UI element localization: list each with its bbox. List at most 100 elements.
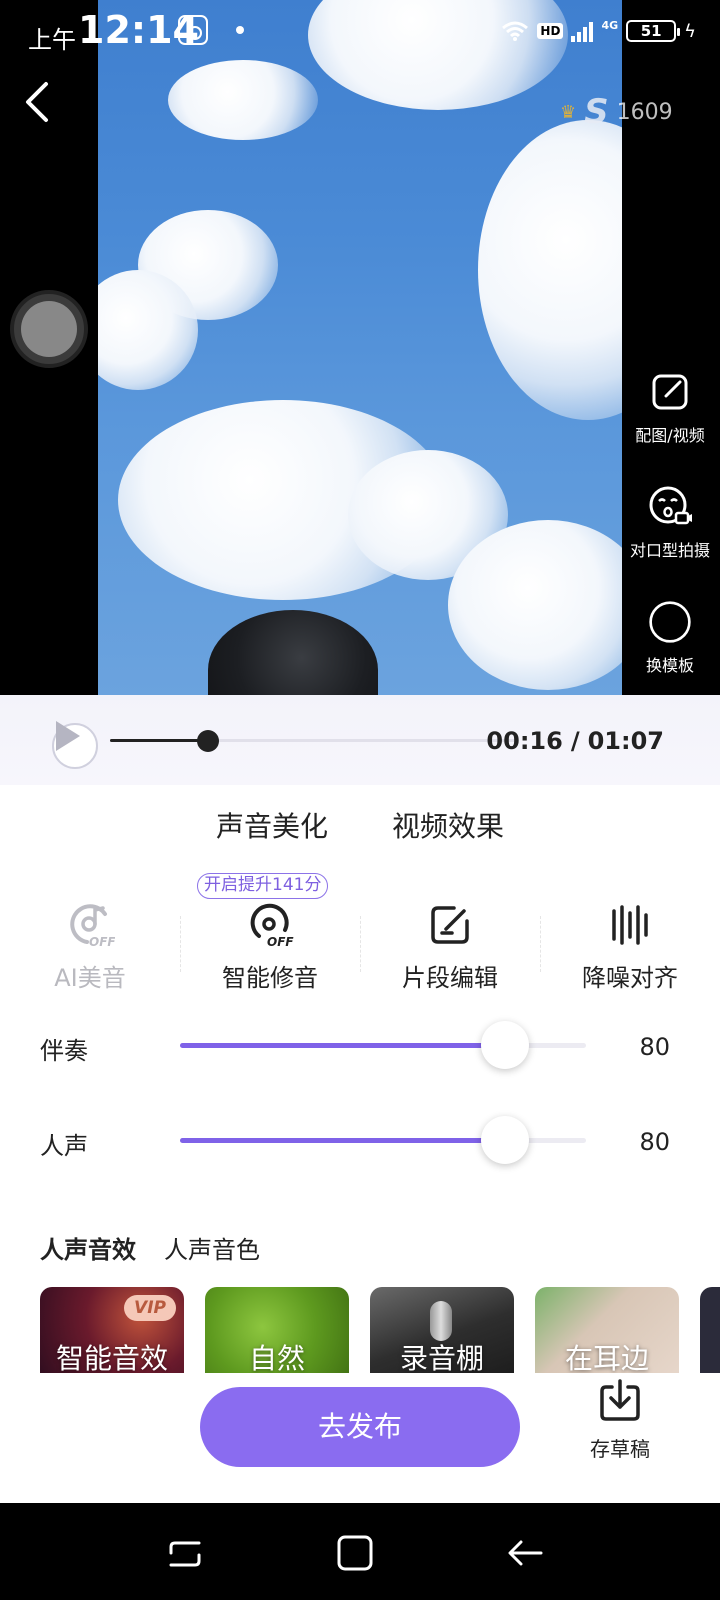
publish-button[interactable]: 去发布 [200, 1387, 520, 1467]
tool-label: 片段编辑 [402, 964, 498, 992]
tab-video-effects[interactable]: 视频效果 [392, 805, 504, 855]
off-text: OFF [89, 935, 115, 949]
slider-fill [180, 1138, 505, 1143]
effect-card-studio[interactable]: 录音棚 [370, 1287, 514, 1373]
microphone-icon [430, 1301, 452, 1341]
voice-sub-tabs: 人声音效 人声音色 [40, 1230, 260, 1265]
tool-label: 智能修音 [222, 964, 318, 992]
side-tool-template[interactable]: 换模板 [620, 600, 720, 695]
status-bar: 上午 12:14 HD 4G 51 ϟ [0, 0, 720, 62]
signal-icon [571, 20, 594, 42]
off-text: OFF [267, 935, 294, 949]
tab-label: 视频效果 [392, 810, 505, 843]
tool-ai-voice[interactable]: OFF AI美音 [0, 900, 180, 1005]
play-button[interactable] [52, 721, 98, 769]
edit-icon [648, 370, 692, 414]
status-ampm: 上午 [28, 26, 76, 54]
effect-list: VIP 智能音效 自然 录音棚 在耳边 [40, 1287, 720, 1373]
effect-name: 智能音效 [55, 1342, 168, 1373]
edit-icon [425, 900, 475, 950]
battery-icon: 51 [626, 20, 681, 42]
slider-thumb[interactable] [480, 1116, 529, 1164]
tool-smart-tune[interactable]: OFF 智能修音 [180, 900, 360, 1005]
download-icon [600, 1379, 640, 1421]
network-type: 4G [601, 18, 619, 32]
hd-badge: HD [537, 23, 564, 39]
slider-label: 人声 [40, 1132, 88, 1160]
ai-off-icon: OFF [65, 900, 115, 950]
notification-dot-icon [236, 26, 244, 34]
noise-bars-icon [605, 900, 655, 950]
progress-fill [110, 739, 208, 742]
sub-tab-label: 人声音效 [40, 1236, 136, 1264]
home-icon[interactable] [335, 1533, 375, 1573]
wifi-icon [502, 21, 529, 41]
sub-tab-label: 人声音色 [164, 1236, 260, 1264]
vocals-slider[interactable] [180, 1116, 586, 1164]
side-tool-label: 对口型拍摄 [629, 541, 710, 560]
effect-name: 在耳边 [564, 1342, 649, 1373]
baidu-paw-icon [178, 15, 208, 45]
vip-badge: VIP [124, 1295, 176, 1321]
tool-label: AI美音 [54, 964, 126, 992]
tree-silhouette [208, 610, 378, 695]
accompaniment-slider[interactable] [180, 1021, 586, 1069]
current-time: 00:16 [486, 727, 563, 755]
edit-panel: 00:16 / 01:07 声音美化 视频效果 开启提升141分 OFF AI美… [0, 695, 720, 1503]
battery-level: 51 [640, 22, 662, 40]
time-readout: 00:16 / 01:07 [486, 727, 664, 755]
tool-row: OFF AI美音 OFF 智能修音 片段编辑 降噪对齐 [0, 900, 720, 1005]
draft-label: 存草稿 [590, 1437, 650, 1461]
chevron-left-icon [26, 82, 48, 122]
effect-card-ear[interactable]: 在耳边 [535, 1287, 679, 1373]
charging-icon: ϟ [684, 20, 696, 42]
slider-thumb[interactable] [480, 1021, 529, 1069]
recents-icon[interactable] [165, 1533, 205, 1573]
system-nav-bar [0, 1503, 720, 1600]
effect-card-more[interactable] [700, 1287, 720, 1373]
score-value: 1609 [616, 99, 673, 125]
slider-vocals: 人声 80 [0, 1110, 720, 1170]
side-tool-media[interactable]: 配图/视频 [620, 370, 720, 485]
video-area: 上午 12:14 HD 4G 51 ϟ ♛ S 1609 配图/视频 对口型拍摄… [0, 0, 720, 695]
smart-tune-off-icon: OFF [245, 900, 295, 950]
effect-name: 录音棚 [399, 1342, 484, 1373]
tool-denoise-align[interactable]: 降噪对齐 [540, 900, 720, 1005]
effect-card-smart[interactable]: VIP 智能音效 [40, 1287, 184, 1373]
tab-voice-timbre[interactable]: 人声音色 [164, 1230, 260, 1265]
slider-value: 80 [639, 1128, 670, 1156]
slider-fill [180, 1043, 505, 1048]
tool-clip-edit[interactable]: 片段编辑 [360, 900, 540, 1005]
back-button[interactable] [22, 80, 62, 130]
face-camera-icon [648, 485, 692, 529]
trophy-icon: ♛ [560, 101, 577, 123]
slider-value: 80 [639, 1033, 670, 1061]
progress-thumb[interactable] [196, 730, 219, 752]
effect-card-natural[interactable]: 自然 [205, 1287, 349, 1373]
player-bar: 00:16 / 01:07 [0, 695, 720, 785]
tab-label: 声音美化 [215, 810, 328, 843]
tab-voice-beautify[interactable]: 声音美化 [215, 805, 329, 855]
time-separator: / [570, 727, 580, 755]
status-indicators: HD 4G 51 ϟ [501, 16, 696, 46]
back-nav-icon[interactable] [505, 1533, 545, 1573]
slider-accompaniment: 伴奏 80 [0, 1015, 720, 1075]
side-tool-label: 换模板 [645, 656, 694, 675]
side-tool-label: 配图/视频 [635, 426, 705, 445]
tool-label: 降噪对齐 [582, 964, 678, 992]
effect-name: 自然 [248, 1342, 305, 1373]
score-display: ♛ S 1609 [560, 92, 673, 132]
floating-assistive-ball[interactable] [10, 290, 88, 368]
score-grade: S [584, 92, 609, 132]
progress-track[interactable] [110, 730, 518, 752]
score-boost-hint: 开启提升141分 [197, 873, 329, 899]
video-preview[interactable] [98, 0, 622, 695]
main-tabs: 声音美化 视频效果 [0, 805, 720, 855]
slider-label: 伴奏 [40, 1037, 88, 1065]
side-tool-lipsync[interactable]: 对口型拍摄 [620, 485, 720, 600]
side-tools: 配图/视频 对口型拍摄 换模板 [620, 370, 720, 695]
save-draft-button[interactable]: 存草稿 [580, 1379, 660, 1479]
total-time: 01:07 [587, 727, 664, 755]
tab-voice-effects[interactable]: 人声音效 [40, 1230, 136, 1265]
circle-icon [648, 600, 692, 644]
